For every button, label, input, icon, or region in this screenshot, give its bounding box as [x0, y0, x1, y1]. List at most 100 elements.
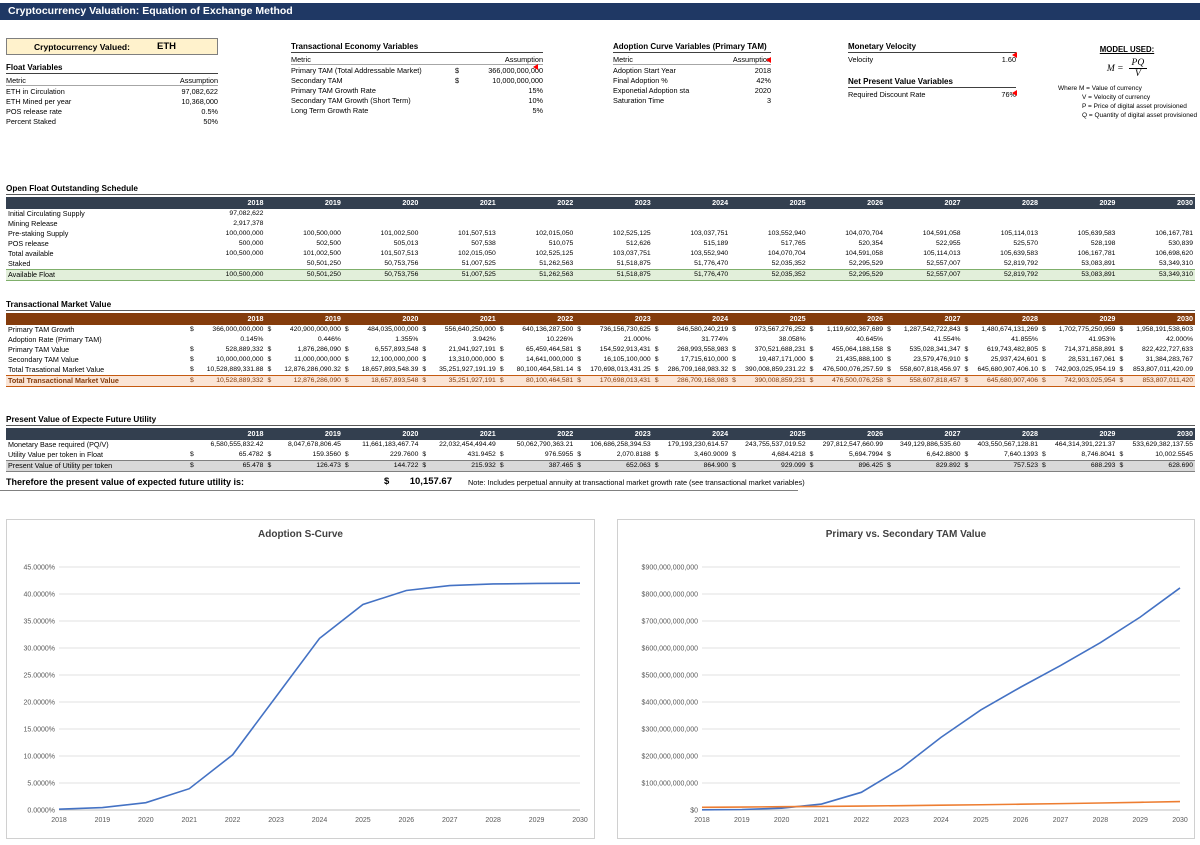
- conclusion-value[interactable]: $ 10,157.67: [384, 476, 452, 487]
- cell[interactable]: $846,580,240,219: [653, 325, 730, 335]
- cell[interactable]: $80,100,464,581: [497, 375, 576, 387]
- cell[interactable]: 50,753,756: [343, 259, 420, 270]
- cell[interactable]: [808, 219, 885, 229]
- cell[interactable]: $7,640.1393: [963, 450, 1040, 461]
- cell[interactable]: 105,114,013: [885, 249, 962, 259]
- cell[interactable]: $1,119,602,367,689: [808, 325, 885, 335]
- cell[interactable]: $12,876,286,090.32: [265, 365, 342, 376]
- cell[interactable]: 52,295,529: [808, 259, 885, 270]
- cell[interactable]: [653, 209, 730, 219]
- cell[interactable]: [653, 219, 730, 229]
- assumption-value[interactable]: $366,000,000,000: [455, 66, 543, 75]
- cell[interactable]: 102,525,125: [575, 229, 652, 239]
- cell[interactable]: 41.953%: [1040, 335, 1117, 345]
- cell[interactable]: 0.145%: [188, 335, 265, 345]
- cell[interactable]: $742,903,025,954.19: [1040, 365, 1117, 376]
- cell[interactable]: [188, 259, 265, 270]
- assumption-value[interactable]: 0.5%: [148, 107, 218, 116]
- cell[interactable]: 464,314,391,221.37: [1040, 440, 1117, 450]
- cell[interactable]: 52,557,007: [885, 259, 962, 270]
- cell[interactable]: $31,384,283,767: [1117, 355, 1195, 365]
- cell[interactable]: $17,715,610,000: [653, 355, 730, 365]
- cell[interactable]: [265, 209, 342, 219]
- cell[interactable]: 104,591,058: [885, 229, 962, 239]
- cell[interactable]: $736,156,730,625: [575, 325, 652, 335]
- cell[interactable]: $640,136,287,500: [498, 325, 575, 335]
- cell[interactable]: 100,500,000: [188, 269, 266, 281]
- cell[interactable]: [420, 219, 497, 229]
- cell[interactable]: [343, 209, 420, 219]
- cell[interactable]: $528,889,332: [188, 345, 265, 355]
- cell[interactable]: 52,295,529: [807, 269, 886, 281]
- cell[interactable]: $286,709,168,983: [652, 375, 731, 387]
- cell[interactable]: $1,287,542,722,843: [885, 325, 962, 335]
- cell[interactable]: $484,035,000,000: [343, 325, 420, 335]
- cell[interactable]: $12,100,000,000: [343, 355, 420, 365]
- cell[interactable]: $144.722: [342, 460, 421, 472]
- cell[interactable]: 101,002,500: [265, 249, 342, 259]
- cell[interactable]: 106,167,781: [1040, 249, 1117, 259]
- assumption-value[interactable]: 42%: [723, 76, 771, 85]
- assumption-value[interactable]: 10%: [455, 96, 543, 105]
- cell[interactable]: $896.425: [807, 460, 886, 472]
- cell[interactable]: 106,698,620: [1117, 249, 1195, 259]
- cell[interactable]: $390,008,859,231: [730, 375, 808, 387]
- cell[interactable]: $1,480,674,131,269: [963, 325, 1040, 335]
- cell[interactable]: $19,487,171,000: [730, 355, 807, 365]
- cell[interactable]: 22,032,454,494.49: [420, 440, 497, 450]
- cell[interactable]: $558,607,818,456.97: [885, 365, 962, 376]
- cell[interactable]: 505,013: [343, 239, 420, 249]
- cell[interactable]: $929.099: [730, 460, 808, 472]
- cell[interactable]: 52,819,792: [963, 259, 1040, 270]
- cell[interactable]: 510,075: [498, 239, 575, 249]
- cell[interactable]: 1.355%: [343, 335, 420, 345]
- cell[interactable]: $864.900: [652, 460, 731, 472]
- cell[interactable]: 21.000%: [575, 335, 652, 345]
- cell[interactable]: [885, 219, 962, 229]
- cell[interactable]: 11,661,183,467.74: [343, 440, 420, 450]
- cell[interactable]: $11,000,000,000: [265, 355, 342, 365]
- cell[interactable]: $829.892: [885, 460, 963, 472]
- cell[interactable]: $35,251,927,191: [420, 375, 498, 387]
- cell[interactable]: $556,640,250,000: [420, 325, 497, 335]
- cell[interactable]: $387.465: [497, 460, 576, 472]
- cell[interactable]: 243,755,537,019.52: [730, 440, 807, 450]
- cell[interactable]: [963, 219, 1040, 229]
- cell[interactable]: 41.554%: [885, 335, 962, 345]
- cell[interactable]: $215.932: [420, 460, 498, 472]
- cell[interactable]: $21,941,927,191: [420, 345, 497, 355]
- cell[interactable]: 53,083,891: [1040, 259, 1117, 270]
- cell[interactable]: [575, 209, 652, 219]
- cell[interactable]: $21,435,888,100: [808, 355, 885, 365]
- cell[interactable]: [1117, 219, 1195, 229]
- cell[interactable]: $853,807,011,420: [1117, 375, 1195, 387]
- cell[interactable]: $16,105,100,000: [575, 355, 652, 365]
- cell[interactable]: $13,310,000,000: [420, 355, 497, 365]
- cell[interactable]: $973,567,276,252: [730, 325, 807, 335]
- cell[interactable]: [730, 219, 807, 229]
- assumption-value[interactable]: 5%: [455, 106, 543, 115]
- cell[interactable]: 515,189: [653, 239, 730, 249]
- cell[interactable]: 3.942%: [420, 335, 497, 345]
- cell[interactable]: $28,531,167,061: [1040, 355, 1117, 365]
- cell[interactable]: 100,500,000: [265, 229, 342, 239]
- cell[interactable]: 53,349,310: [1117, 269, 1195, 281]
- cell[interactable]: $370,521,688,231: [730, 345, 807, 355]
- cell[interactable]: 50,753,756: [342, 269, 421, 281]
- cell[interactable]: $18,657,893,548.39: [343, 365, 420, 376]
- cell[interactable]: $853,807,011,420.09: [1117, 365, 1195, 376]
- assumption-value[interactable]: 97,082,622: [148, 87, 218, 96]
- cell[interactable]: 512,626: [575, 239, 652, 249]
- cell[interactable]: 53,349,310: [1117, 259, 1195, 270]
- cell[interactable]: 528,198: [1040, 239, 1117, 249]
- cell[interactable]: [265, 219, 342, 229]
- cell[interactable]: 100,500,000: [188, 249, 265, 259]
- cell[interactable]: $2,070.8188: [575, 450, 652, 461]
- cell[interactable]: $822,422,727,633: [1117, 345, 1195, 355]
- cell[interactable]: $159.3560: [265, 450, 342, 461]
- cell[interactable]: $420,900,000,000: [265, 325, 342, 335]
- cell[interactable]: 102,015,050: [498, 229, 575, 239]
- cell[interactable]: $619,743,482,805: [963, 345, 1040, 355]
- cell[interactable]: $976.5955: [498, 450, 575, 461]
- cell[interactable]: $65.4782: [188, 450, 265, 461]
